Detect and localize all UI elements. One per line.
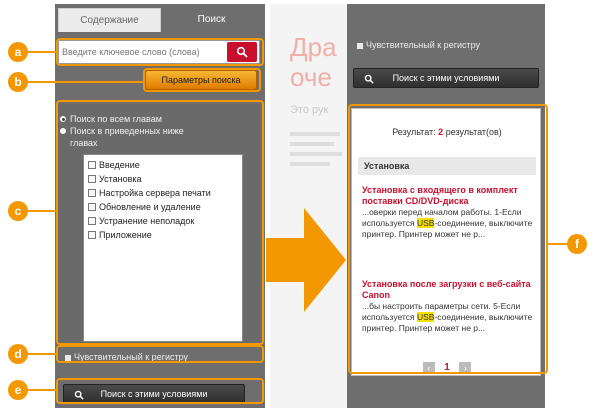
- case-sensitive-label: Чувствительный к регистру: [366, 40, 481, 50]
- page-subtitle: Это рук: [290, 104, 329, 116]
- callout-frame-b: [143, 68, 261, 92]
- callout-frame-f: [348, 104, 548, 374]
- search-icon: [364, 74, 374, 84]
- callout-frame-c: [56, 100, 264, 345]
- tab-bar: Содержание Поиск: [55, 4, 265, 32]
- search-conditions-button[interactable]: Поиск с этими условиями: [353, 68, 539, 88]
- callout-c: c: [8, 201, 28, 221]
- callout-d: d: [8, 344, 28, 364]
- page-title-line2: оче: [290, 62, 332, 92]
- callout-line-a: [26, 51, 56, 53]
- callout-a: a: [8, 42, 28, 62]
- tab-contents[interactable]: Содержание: [58, 8, 161, 32]
- case-sensitive-checkbox[interactable]: Чувствительный к регистру: [357, 40, 480, 50]
- callout-frame-a: [56, 38, 264, 66]
- callout-f: f: [567, 234, 587, 254]
- callout-line-b: [26, 81, 143, 83]
- callout-frame-e: [56, 378, 264, 404]
- page-title-line1: Дра: [290, 32, 337, 62]
- search-conditions-label: Поиск с этими условиями: [392, 73, 500, 83]
- arrow-right-icon: [266, 208, 346, 312]
- background-page: Дра оче Это рук: [270, 4, 350, 408]
- callout-line-e: [26, 389, 56, 391]
- callout-e: e: [8, 380, 28, 400]
- page-title: Дра оче: [290, 32, 337, 92]
- callout-line-d: [26, 353, 56, 355]
- page-text: [290, 132, 350, 166]
- callout-b: b: [8, 72, 28, 92]
- callout-line-c: [26, 210, 56, 212]
- tab-search[interactable]: Поиск: [161, 8, 262, 32]
- callout-frame-d: [56, 345, 264, 363]
- checkbox-icon: [357, 42, 363, 49]
